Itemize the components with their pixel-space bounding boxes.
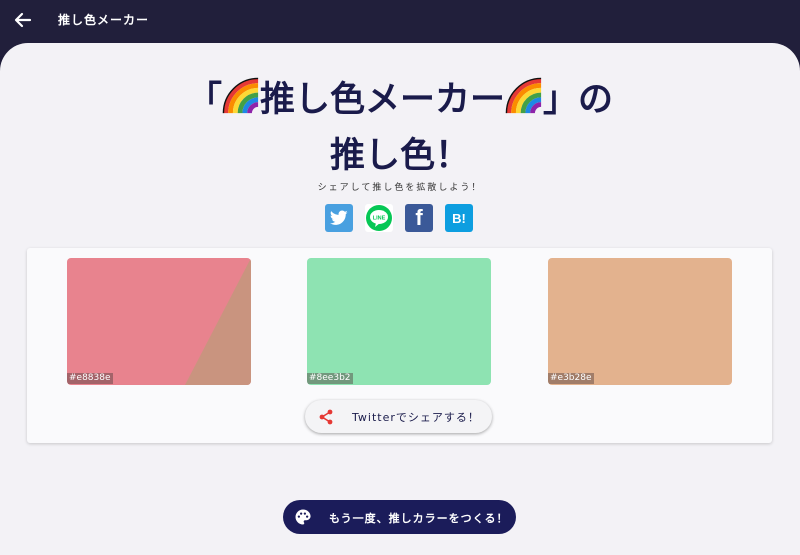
color-swatch-1: #e8838e xyxy=(67,258,251,385)
rainbow-icon xyxy=(505,77,542,114)
rainbow-icon xyxy=(222,77,259,114)
hatena-logo-text: B! xyxy=(452,210,466,226)
share-icon-row: LINE f B! xyxy=(325,204,475,232)
title-line-2: 推し色！ xyxy=(329,136,470,176)
title-open-bracket: 「 xyxy=(186,80,222,120)
swatch-1-hex: #e8838e xyxy=(67,373,113,384)
twitter-bird-icon xyxy=(330,210,348,225)
title-close-suffix: 」の xyxy=(543,80,614,120)
facebook-icon[interactable]: f xyxy=(405,204,433,232)
line-bubble-icon: LINE xyxy=(365,204,393,232)
arrow-left-icon[interactable] xyxy=(13,10,33,30)
swatch-3-hex: #e3b28e xyxy=(548,373,594,384)
swatch-1-fill xyxy=(67,258,251,385)
remake-color-button[interactable]: もう一度、推しカラーをつくる！ xyxy=(283,500,516,534)
color-result-card: #e8838e #8ee3b2 #e3b28e Twitterでシェアする！ xyxy=(27,248,772,443)
share-subtitle: シェアして推し色を拡散しよう！ xyxy=(317,183,483,193)
color-swatch-3: #e3b28e xyxy=(548,258,732,385)
color-swatch-2: #8ee3b2 xyxy=(307,258,491,385)
page-title: 「 推し色メーカー 」の 推し色！ xyxy=(0,72,800,184)
title-line-1: 「 推し色メーカー 」の xyxy=(0,72,800,128)
twitter-share-button[interactable]: Twitterでシェアする！ xyxy=(305,400,492,433)
swatch-3-fill xyxy=(548,258,732,385)
hatena-bookmark-icon[interactable]: B! xyxy=(445,204,473,232)
app-title: 推し色メーカー xyxy=(58,13,150,27)
title-app-name: 推し色メーカー xyxy=(259,80,505,120)
facebook-logo-text: f xyxy=(415,205,423,230)
line-logo-text: LINE xyxy=(373,216,386,222)
line-icon[interactable]: LINE xyxy=(365,204,393,232)
remake-color-label: もう一度、推しカラーをつくる！ xyxy=(329,512,509,525)
palette-icon xyxy=(295,509,311,525)
swatch-2-hex: #8ee3b2 xyxy=(307,373,353,384)
twitter-share-label: Twitterでシェアする！ xyxy=(352,411,480,424)
twitter-icon[interactable] xyxy=(325,204,353,232)
swatch-2-fill xyxy=(307,258,491,385)
share-icon xyxy=(319,409,333,425)
